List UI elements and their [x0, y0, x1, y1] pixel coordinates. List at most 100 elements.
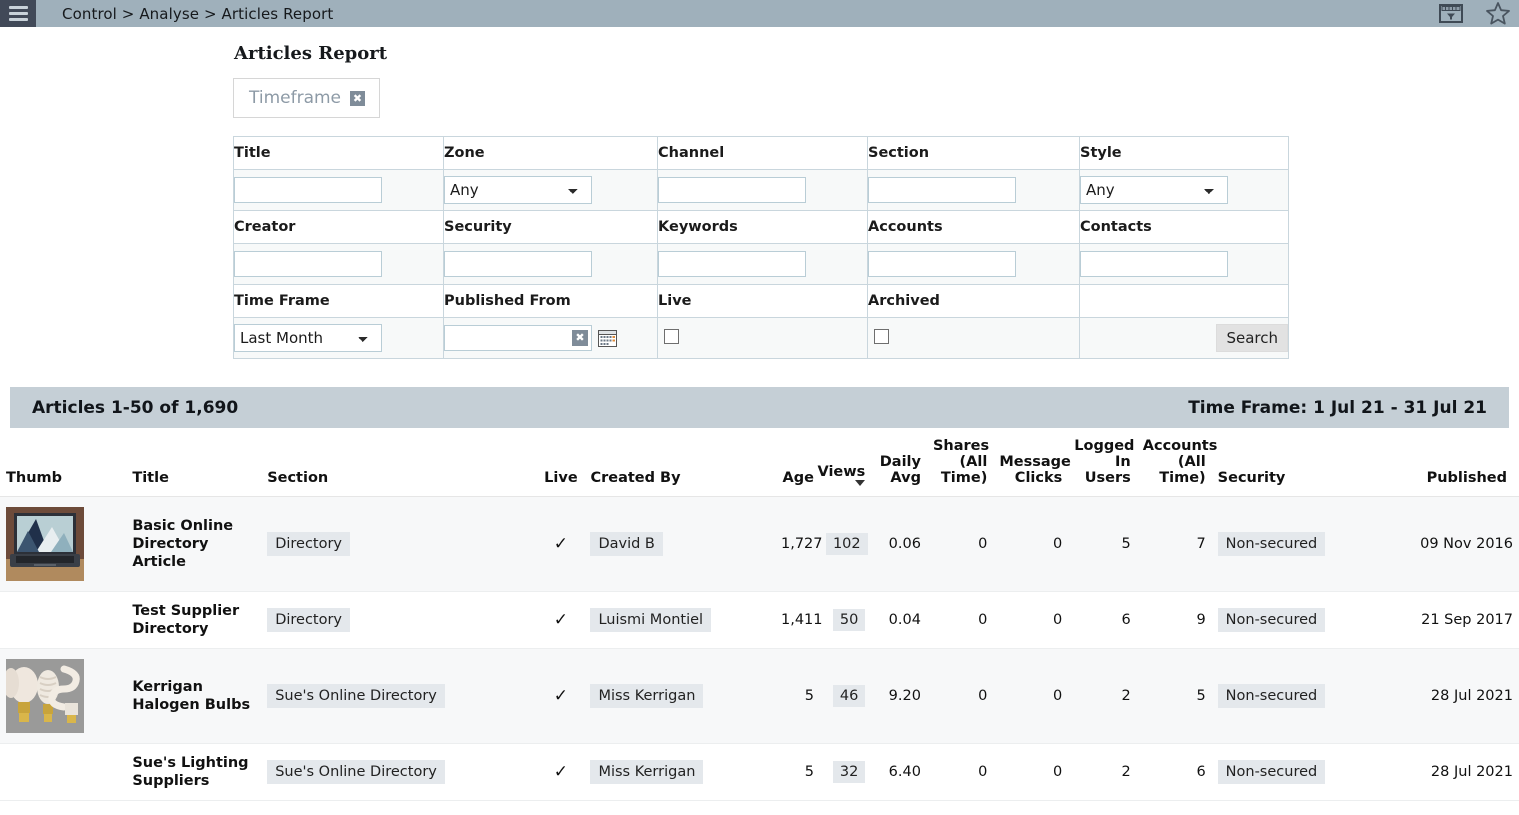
cell-daily-avg: 9.20	[871, 648, 927, 744]
creator-tag: Miss Kerrigan	[590, 760, 704, 784]
column-header-accounts[interactable]: Accounts (All Time)	[1136, 428, 1217, 497]
section-tag: Sue's Online Directory	[267, 760, 445, 784]
published-from-input[interactable]: ✖	[444, 325, 592, 351]
cell-live: ✓	[537, 648, 585, 744]
cell-age: 5	[774, 648, 820, 744]
column-header-live[interactable]: Live	[537, 428, 585, 497]
cell-title[interactable]: Basic Online Directory Article	[126, 496, 262, 592]
label-published-from: Published From	[443, 284, 658, 318]
label-time-frame: Time Frame	[233, 284, 444, 318]
column-header-logged-in-users[interactable]: Logged In Users	[1068, 428, 1137, 497]
style-select[interactable]: Any	[1080, 176, 1228, 204]
search-button[interactable]: Search	[1216, 324, 1288, 352]
zone-select[interactable]: Any	[444, 176, 592, 204]
label-contacts: Contacts	[1079, 210, 1289, 244]
cell-message-clicks: 0	[993, 591, 1069, 649]
time-frame-select[interactable]: Last Month	[234, 324, 382, 352]
cell-message-clicks: 0	[993, 496, 1069, 592]
form-label-row-2: Creator Security Keywords Accounts Conta…	[233, 210, 1289, 244]
table-row[interactable]: Kerrigan Halogen Bulbs Sue's Online Direc…	[0, 648, 1519, 744]
archived-checkbox[interactable]	[874, 328, 889, 344]
column-header-section[interactable]: Section	[261, 428, 538, 497]
table-row[interactable]: Sue's Lighting Suppliers Sue's Online Dir…	[0, 743, 1519, 801]
cell-thumb	[0, 743, 127, 801]
channel-input[interactable]	[658, 177, 806, 203]
column-header-daily-avg[interactable]: Daily Avg	[871, 428, 927, 497]
timeframe-chip-label: Timeframe	[249, 88, 342, 108]
label-keywords: Keywords	[657, 210, 868, 244]
cell-title[interactable]: Test Supplier Directory	[126, 591, 262, 649]
creator-input[interactable]	[234, 251, 382, 277]
cell-live: ✓	[537, 743, 585, 801]
clear-date-icon[interactable]: ✖	[572, 330, 588, 346]
cell-published: 09 Nov 2016	[1391, 496, 1519, 592]
cell-title[interactable]: Sue's Lighting Suppliers	[126, 743, 262, 801]
check-icon: ✓	[553, 762, 569, 782]
cell-message-clicks: 0	[993, 648, 1069, 744]
live-checkbox[interactable]	[664, 328, 679, 344]
column-header-thumb[interactable]: Thumb	[0, 428, 127, 497]
cell-logged-in-users: 6	[1068, 591, 1137, 649]
cell-accounts: 9	[1136, 591, 1212, 649]
security-tag: Non-secured	[1217, 532, 1326, 556]
check-icon: ✓	[553, 686, 569, 706]
label-section: Section	[867, 136, 1080, 170]
views-pill: 50	[832, 609, 866, 631]
label-live: Live	[657, 284, 868, 318]
form-field-row-1: Any Any	[233, 169, 1289, 211]
active-filter-chip-row: Timeframe ✖	[233, 78, 1519, 118]
security-input[interactable]	[444, 251, 592, 277]
search-form: Title Zone Channel Section Style Any Any…	[233, 136, 1289, 359]
timeframe-filter-chip[interactable]: Timeframe ✖	[233, 78, 381, 118]
section-input[interactable]	[868, 177, 1016, 203]
column-header-message-clicks[interactable]: Message Clicks	[993, 428, 1071, 497]
calendar-icon[interactable]	[598, 329, 617, 347]
column-header-published[interactable]: Published	[1391, 428, 1519, 497]
cell-section: Directory	[261, 496, 538, 592]
cell-thumb[interactable]	[0, 648, 127, 744]
breadcrumb[interactable]: Control > Analyse > Articles Report	[62, 5, 333, 23]
page-title: Articles Report	[234, 43, 388, 64]
title-input[interactable]	[234, 177, 382, 203]
close-icon[interactable]: ✖	[350, 90, 366, 106]
cell-age: 1,411	[774, 591, 823, 649]
accounts-input[interactable]	[868, 251, 1016, 277]
cell-thumb[interactable]	[0, 496, 127, 592]
creator-tag: Miss Kerrigan	[590, 684, 704, 708]
label-security: Security	[443, 210, 658, 244]
cell-age: 5	[774, 743, 820, 801]
column-header-security[interactable]: Security	[1211, 428, 1392, 497]
hamburger-menu-icon[interactable]	[0, 0, 36, 27]
column-header-created-by[interactable]: Created By	[584, 428, 775, 497]
cell-accounts: 7	[1136, 496, 1212, 592]
cell-accounts: 5	[1136, 648, 1212, 744]
column-header-views[interactable]: Views	[817, 428, 872, 497]
cell-views: 50	[819, 591, 872, 649]
label-zone: Zone	[443, 136, 658, 170]
cell-daily-avg: 0.04	[871, 591, 927, 649]
label-title: Title	[233, 136, 444, 170]
table-row[interactable]: Test Supplier Directory Directory ✓ Luismi …	[0, 591, 1519, 649]
sort-descending-icon	[855, 480, 866, 486]
filter-window-icon[interactable]	[1439, 4, 1463, 23]
label-blank	[1079, 284, 1289, 318]
star-icon[interactable]	[1485, 1, 1511, 26]
cell-published: 28 Jul 2021	[1391, 743, 1519, 801]
cell-live: ✓	[537, 496, 585, 592]
cell-shares: 0	[926, 743, 994, 801]
keywords-input[interactable]	[658, 251, 806, 277]
column-header-views-label: Views	[817, 464, 866, 480]
table-row[interactable]: Basic Online Directory Article Directory ✓…	[0, 496, 1519, 592]
security-tag: Non-secured	[1217, 684, 1326, 708]
column-header-title[interactable]: Title	[126, 428, 262, 497]
cell-security: Non-secured	[1211, 743, 1392, 801]
cell-section: Sue's Online Directory	[261, 743, 538, 801]
column-header-age[interactable]: Age	[774, 428, 820, 497]
contacts-input[interactable]	[1080, 251, 1228, 277]
cell-title[interactable]: Kerrigan Halogen Bulbs	[126, 648, 262, 744]
cell-live: ✓	[537, 591, 585, 649]
form-field-row-2	[233, 243, 1289, 285]
column-header-shares[interactable]: Shares (All Time)	[926, 428, 994, 497]
cell-daily-avg: 0.06	[871, 496, 927, 592]
cell-message-clicks: 0	[993, 743, 1069, 801]
